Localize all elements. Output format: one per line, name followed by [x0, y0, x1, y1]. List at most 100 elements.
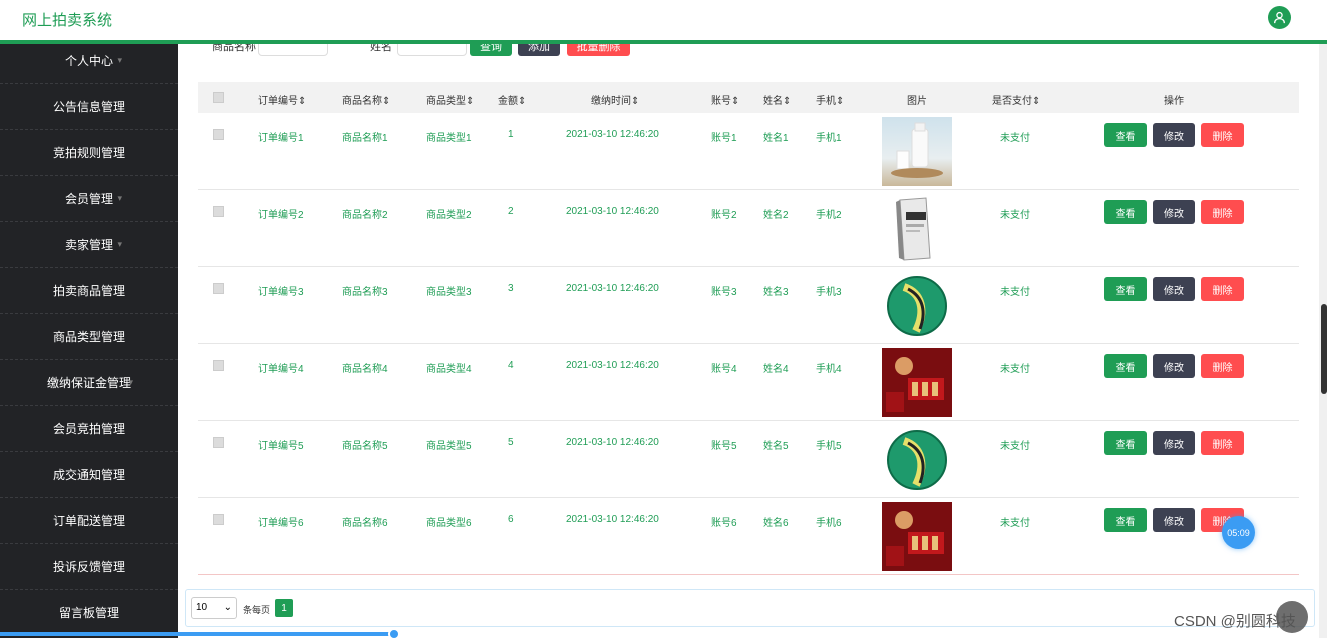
sidebar-item-bidding-rules[interactable]: 竞拍规则管理: [0, 130, 178, 176]
delete-button[interactable]: 删除: [1201, 123, 1244, 147]
cell-order-no[interactable]: 订单编号5: [258, 437, 304, 452]
edit-button[interactable]: 修改: [1153, 277, 1195, 301]
edit-button[interactable]: 修改: [1153, 508, 1195, 532]
sidebar-item-label: 竞拍规则管理: [52, 146, 125, 160]
delete-button[interactable]: 删除: [1201, 277, 1244, 301]
sidebar-item-member-bids[interactable]: 会员竞拍管理: [0, 406, 178, 452]
row-checkbox[interactable]: [213, 514, 224, 525]
page-button-current[interactable]: 1: [275, 599, 293, 617]
view-button[interactable]: 查看: [1104, 354, 1147, 378]
sidebar-item-profile[interactable]: 个人中心 ▾: [0, 44, 178, 84]
chevron-down-icon: ▾: [128, 377, 133, 387]
cell-paid-status: 未支付: [1000, 287, 1030, 298]
view-button[interactable]: 查看: [1104, 123, 1147, 147]
row-checkbox[interactable]: [213, 206, 224, 217]
edit-button[interactable]: 修改: [1153, 354, 1195, 378]
delete-button[interactable]: 删除: [1201, 200, 1244, 224]
cell-order-no[interactable]: 订单编号3: [258, 283, 304, 298]
cell-product-name: 商品名称4: [342, 364, 388, 375]
edit-button[interactable]: 修改: [1153, 431, 1195, 455]
sidebar-item-label: 订单配送管理: [52, 514, 125, 528]
cell-product-type: 商品类型2: [426, 210, 472, 221]
cell-paid-status: 未支付: [1000, 133, 1030, 144]
sidebar-item-complaints[interactable]: 投诉反馈管理: [0, 544, 178, 590]
header-product-name[interactable]: 商品名称⇕: [342, 92, 390, 107]
scrollbar-thumb[interactable]: [1321, 304, 1327, 394]
sidebar-item-product-types[interactable]: 商品类型管理: [0, 314, 178, 360]
batch-delete-button[interactable]: 批量删除: [567, 44, 630, 56]
product-image-ball[interactable]: [882, 425, 952, 494]
user-avatar-icon[interactable]: [1268, 6, 1291, 29]
view-button[interactable]: 查看: [1104, 508, 1147, 532]
sidebar-item-label: 会员竞拍管理: [52, 422, 125, 436]
sort-icon: ⇕: [298, 96, 307, 107]
progress-bar: [0, 632, 396, 636]
cell-amount: 5: [508, 437, 514, 448]
sort-icon: ⇕: [836, 96, 845, 107]
header-order-no[interactable]: 订单编号⇕: [258, 92, 306, 107]
select-all-checkbox[interactable]: [213, 92, 224, 103]
product-image-milk[interactable]: [882, 117, 952, 186]
cell-name: 姓名1: [763, 133, 789, 144]
sidebar-item-sellers[interactable]: 卖家管理 ▾: [0, 222, 178, 268]
sidebar-item-members[interactable]: 会员管理 ▾: [0, 176, 178, 222]
cell-pay-time: 2021-03-10 12:46:20: [566, 129, 659, 140]
sidebar: 个人中心 ▾ 公告信息管理 竞拍规则管理 会员管理 ▾ 卖家管理 ▾ 拍卖商品管理 商…: [0, 44, 178, 638]
search-input-product[interactable]: [258, 44, 328, 56]
add-button[interactable]: 添加: [518, 44, 560, 56]
cell-product-type: 商品类型6: [426, 518, 472, 529]
sidebar-item-order-delivery[interactable]: 订单配送管理: [0, 498, 178, 544]
view-button[interactable]: 查看: [1104, 277, 1147, 301]
header-image: 图片: [907, 96, 927, 107]
cell-pay-time: 2021-03-10 12:46:20: [566, 283, 659, 294]
row-checkbox[interactable]: [213, 360, 224, 371]
row-checkbox[interactable]: [213, 437, 224, 448]
chevron-down-icon: ▾: [117, 193, 122, 203]
edit-button[interactable]: 修改: [1153, 123, 1195, 147]
cell-account: 账号1: [711, 133, 737, 144]
cell-product-name: 商品名称2: [342, 210, 388, 221]
floating-action-button[interactable]: [1276, 601, 1308, 633]
header-phone[interactable]: 手机⇕: [816, 92, 844, 107]
sidebar-item-label: 拍卖商品管理: [52, 284, 125, 298]
progress-handle[interactable]: [388, 628, 400, 638]
sort-icon: ⇕: [783, 96, 792, 107]
header-account[interactable]: 账号⇕: [711, 92, 739, 107]
cell-order-no[interactable]: 订单编号6: [258, 514, 304, 529]
sidebar-item-message-board[interactable]: 留言板管理: [0, 590, 178, 636]
sidebar-item-label: 个人中心: [64, 54, 113, 68]
query-button[interactable]: 查询: [470, 44, 512, 56]
sidebar-item-deposit[interactable]: 缴纳保证金管理 ▾: [0, 360, 178, 406]
cell-order-no[interactable]: 订单编号4: [258, 360, 304, 375]
sidebar-item-label: 商品类型管理: [52, 330, 125, 344]
header-name[interactable]: 姓名⇕: [763, 92, 791, 107]
page-size-select[interactable]: 10 ⌄: [191, 597, 237, 619]
cell-phone: 手机2: [816, 210, 842, 221]
table-row: 订单编号1 商品名称1 商品类型1 1 2021-03-10 12:46:20 …: [198, 113, 1299, 190]
header-amount[interactable]: 金额⇕: [498, 92, 526, 107]
delete-button[interactable]: 删除: [1201, 431, 1244, 455]
product-image-book[interactable]: [882, 194, 952, 263]
product-image-redbox[interactable]: [882, 502, 952, 571]
header-paid[interactable]: 是否支付⇕: [992, 92, 1040, 107]
edit-button[interactable]: 修改: [1153, 200, 1195, 224]
header-pay-time[interactable]: 缴纳时间⇕: [591, 92, 639, 107]
sidebar-item-notices[interactable]: 公告信息管理: [0, 84, 178, 130]
sidebar-item-deal-notices[interactable]: 成交通知管理: [0, 452, 178, 498]
product-image-ball[interactable]: [882, 271, 952, 340]
view-button[interactable]: 查看: [1104, 431, 1147, 455]
product-image-redbox[interactable]: [882, 348, 952, 417]
main-content: 商品名称 姓名 查询 添加 批量删除 订单编号⇕ 商品名称⇕ 商品类型⇕ 金额⇕…: [178, 44, 1327, 638]
cell-order-no[interactable]: 订单编号1: [258, 129, 304, 144]
row-checkbox[interactable]: [213, 283, 224, 294]
view-button[interactable]: 查看: [1104, 200, 1147, 224]
cell-order-no[interactable]: 订单编号2: [258, 206, 304, 221]
table-row: 订单编号3 商品名称3 商品类型3 3 2021-03-10 12:46:20 …: [198, 267, 1299, 344]
sidebar-item-label: 公告信息管理: [52, 100, 125, 114]
row-checkbox[interactable]: [213, 129, 224, 140]
sidebar-item-label: 卖家管理: [64, 238, 113, 252]
header-product-type[interactable]: 商品类型⇕: [426, 92, 474, 107]
search-input-name[interactable]: [397, 44, 467, 56]
sidebar-item-auction-products[interactable]: 拍卖商品管理: [0, 268, 178, 314]
delete-button[interactable]: 删除: [1201, 354, 1244, 378]
